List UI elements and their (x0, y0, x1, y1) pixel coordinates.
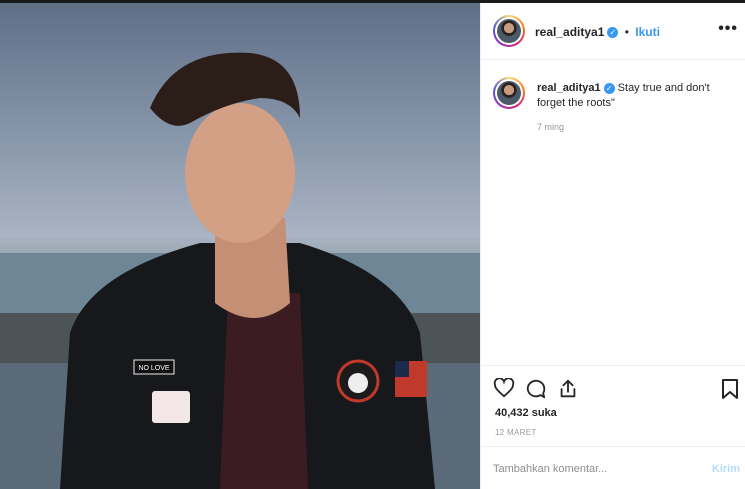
share-icon[interactable] (557, 378, 579, 405)
separator-dot: • (624, 25, 629, 39)
patch-no-love-text: NO LOVE (138, 365, 169, 372)
comment-icon[interactable] (525, 378, 547, 405)
verified-badge-icon: ✓ (607, 27, 619, 39)
bookmark-icon[interactable] (721, 378, 739, 405)
face (185, 103, 295, 243)
comment-bar: Kirim (481, 446, 745, 489)
verified-badge-icon: ✓ (603, 82, 615, 94)
post-comment-button[interactable]: Kirim (712, 463, 740, 475)
comment-input[interactable] (493, 460, 693, 478)
follow-button[interactable]: Ikuti (635, 25, 660, 39)
username-link[interactable]: real_aditya1 (535, 25, 604, 39)
post-photo-illustration: NO LOVE (0, 52, 480, 489)
patch-stay-true (152, 391, 190, 423)
action-bar (481, 365, 745, 399)
post-date[interactable]: 12 MARET (495, 428, 537, 437)
like-count[interactable]: 40,432 suka (495, 407, 557, 419)
caption-username-link[interactable]: real_aditya1 (537, 82, 601, 94)
caption-avatar[interactable] (493, 77, 525, 109)
avatar-image (497, 19, 521, 43)
post-header: real_aditya1 ✓ • Ikuti ••• (481, 3, 745, 60)
shirt (220, 293, 308, 489)
patch-skull-face (348, 373, 368, 393)
caption-avatar-image (497, 81, 521, 105)
avatar[interactable] (493, 15, 525, 47)
caption-timestamp[interactable]: 7 ming (537, 122, 564, 132)
heart-icon[interactable] (493, 377, 515, 403)
header-name-row: real_aditya1 ✓ • Ikuti (535, 25, 660, 39)
more-icon[interactable]: ••• (718, 20, 738, 38)
post-side-panel: real_aditya1 ✓ • Ikuti ••• real_aditya1 ✓ … (480, 3, 745, 489)
post-photo[interactable]: NO LOVE (0, 3, 480, 489)
caption-text: real_aditya1 ✓ Stay true and don't forget… (537, 81, 733, 111)
patch-flag-canton (395, 361, 409, 377)
